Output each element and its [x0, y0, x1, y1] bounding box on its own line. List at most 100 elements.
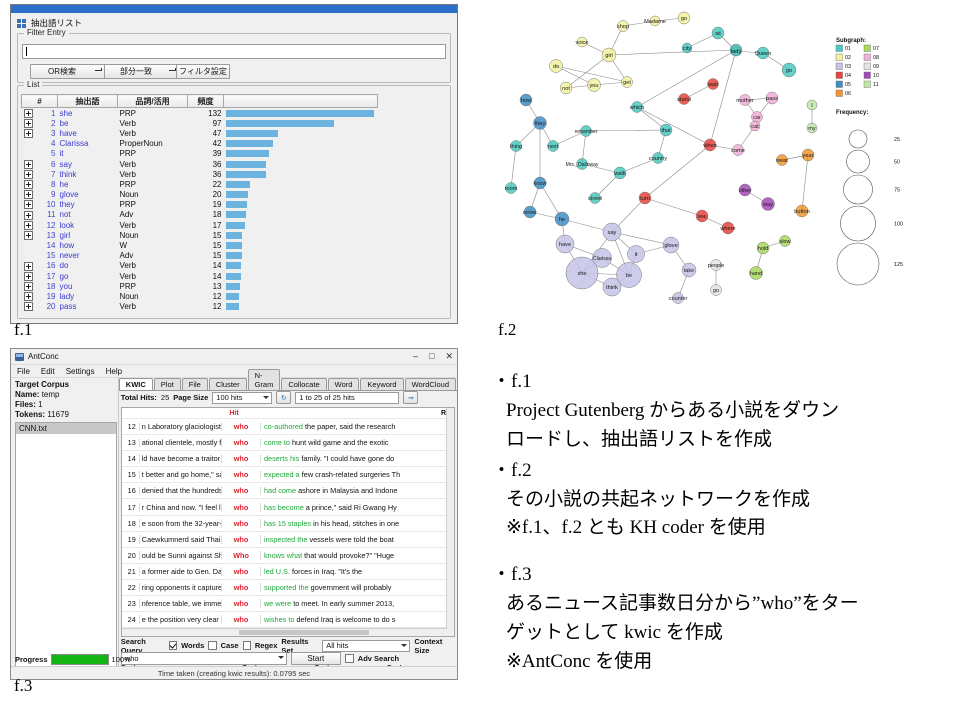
network-node[interactable]: they — [533, 116, 547, 130]
results-set-select[interactable]: All hits — [322, 639, 411, 652]
table-row[interactable]: 2 be Verb 97 — [22, 118, 378, 128]
adv-search-checkbox[interactable] — [344, 654, 354, 663]
table-row[interactable]: 19 lady Noun 12 — [22, 291, 378, 302]
kwic-row[interactable]: 18e soon from the 32-year-old Bostian,wh… — [121, 514, 454, 531]
tab-cluster[interactable]: Cluster — [208, 378, 247, 390]
network-node[interactable]: see — [695, 209, 709, 223]
plus-icon[interactable] — [24, 261, 33, 271]
network-node[interactable]: voice — [575, 36, 589, 48]
network-node[interactable]: shop — [617, 20, 629, 32]
filter-settings-button[interactable]: フィルタ設定 — [176, 64, 230, 79]
plus-icon[interactable] — [24, 302, 33, 312]
plus-icon[interactable] — [24, 118, 33, 128]
kwic-row[interactable]: 24e the position very clear that any Ira… — [121, 611, 454, 627]
network-node[interactable]: go — [677, 11, 691, 25]
network-node[interactable]: hand — [749, 266, 763, 280]
case-checkbox[interactable] — [208, 641, 217, 650]
network-node[interactable]: that — [659, 123, 673, 137]
tab-file[interactable]: File — [181, 378, 208, 390]
tab-wordcloud[interactable]: WordCloud — [404, 378, 456, 390]
col-pos[interactable]: 品詞/活用 — [117, 94, 188, 108]
network-node[interactable]: walk — [613, 166, 627, 180]
table-row[interactable]: 18 you PRP 13 — [22, 281, 378, 291]
network-node[interactable]: turn — [638, 191, 652, 205]
table-row[interactable]: 15 never Adv 15 — [22, 251, 378, 261]
kwic-horizontal-scrollbar[interactable] — [121, 628, 447, 636]
kwic-row[interactable]: 19Caewkumnerd said Thai naval officerswh… — [121, 530, 454, 547]
plus-icon[interactable] — [24, 271, 33, 281]
network-node[interactable]: thing — [510, 140, 522, 152]
table-row[interactable]: 14 how W 15 — [22, 240, 378, 250]
filter-input[interactable] — [22, 44, 446, 59]
table-row[interactable]: 12 look Verb 17 — [22, 220, 378, 230]
tab-plot[interactable]: Plot — [153, 378, 181, 390]
table-row[interactable]: 16 do Verb 14 — [22, 261, 378, 271]
network-node[interactable]: remember — [575, 125, 598, 137]
network-node[interactable]: I — [806, 99, 818, 111]
search-input[interactable]: who — [120, 652, 287, 665]
plus-icon[interactable] — [24, 292, 33, 302]
network-node[interactable]: glove — [662, 236, 680, 254]
network-node[interactable]: cat — [749, 120, 761, 132]
row-expand-toggle[interactable] — [22, 118, 36, 128]
network-node[interactable]: have — [555, 234, 575, 254]
tab-kwic[interactable]: KWIC — [118, 378, 153, 390]
plus-icon[interactable] — [24, 108, 33, 118]
network-node[interactable]: where — [719, 221, 736, 235]
network-node[interactable]: how — [519, 93, 533, 107]
words-checkbox[interactable] — [168, 641, 178, 650]
network-node[interactable]: pass — [765, 91, 779, 105]
kwic-row[interactable]: 13ational clientele, mostly from Europe,… — [121, 434, 454, 450]
kwic-row[interactable]: 15t better and go home," said Cushing,wh… — [121, 466, 454, 482]
network-node[interactable]: mother — [736, 94, 754, 106]
menu-help[interactable]: Help — [106, 367, 122, 376]
or-search-button[interactable]: OR検索 — [30, 64, 106, 79]
network-node[interactable]: Mrs._Dalloway — [566, 158, 599, 170]
table-row[interactable]: 17 go Verb 14 — [22, 271, 378, 281]
network-node[interactable]: go — [781, 62, 797, 78]
row-expand-toggle[interactable] — [22, 291, 36, 302]
plus-icon[interactable] — [24, 210, 33, 220]
network-node[interactable]: not — [559, 81, 573, 95]
kwic-row[interactable]: 12n Laboratory glaciologist Eric Rignot,… — [121, 418, 454, 434]
kwic-row[interactable]: 14ld have become a traitor -- a bad guyw… — [121, 450, 454, 466]
table-row[interactable]: 9 glove Noun 20 — [22, 190, 378, 200]
network-node[interactable]: wait — [707, 78, 719, 90]
row-expand-toggle[interactable] — [22, 179, 36, 190]
network-node[interactable]: button — [794, 204, 810, 218]
page-size-select[interactable]: 100 hits — [212, 391, 273, 404]
row-expand-toggle[interactable] — [22, 159, 36, 169]
network-node[interactable]: never — [523, 205, 537, 219]
row-expand-toggle[interactable] — [22, 169, 36, 179]
menu-settings[interactable]: Settings — [66, 367, 95, 376]
table-row[interactable]: 10 they PRP 19 — [22, 200, 378, 210]
col-index[interactable]: # — [21, 94, 58, 108]
plus-icon[interactable] — [24, 129, 33, 139]
network-node[interactable]: she — [565, 256, 599, 290]
col-freq[interactable]: 頻度 — [187, 94, 224, 108]
network-node[interactable]: room — [505, 182, 518, 194]
network-node[interactable]: hold — [756, 241, 770, 255]
network-node[interactable]: stand — [677, 93, 691, 105]
menu-edit[interactable]: Edit — [41, 367, 55, 376]
row-expand-toggle[interactable] — [22, 281, 36, 291]
network-node[interactable]: my — [806, 122, 818, 134]
network-node[interactable]: car — [751, 111, 763, 123]
row-expand-toggle[interactable] — [22, 139, 36, 149]
plus-icon[interactable] — [24, 169, 33, 179]
network-node[interactable]: country — [649, 152, 668, 164]
network-node[interactable]: he — [554, 211, 570, 227]
network-node[interactable]: which — [629, 101, 644, 113]
plus-icon[interactable] — [24, 231, 33, 241]
network-node[interactable]: say — [602, 222, 622, 242]
kwic-results-table[interactable]: Hit R 12n Laboratory glaciologist Eric R… — [120, 407, 455, 637]
kwic-vertical-scrollbar[interactable] — [446, 408, 454, 636]
row-expand-toggle[interactable] — [22, 240, 36, 250]
refresh-icon[interactable]: ↻ — [276, 391, 292, 404]
network-node[interactable]: go — [710, 284, 722, 296]
start-button[interactable]: Start — [290, 652, 341, 665]
table-row[interactable]: 8 he PRP 22 — [22, 179, 378, 190]
network-node[interactable]: street — [588, 192, 602, 204]
tab-keyword[interactable]: Keyword — [360, 378, 404, 390]
tab-collocate[interactable]: Collocate — [281, 378, 327, 390]
